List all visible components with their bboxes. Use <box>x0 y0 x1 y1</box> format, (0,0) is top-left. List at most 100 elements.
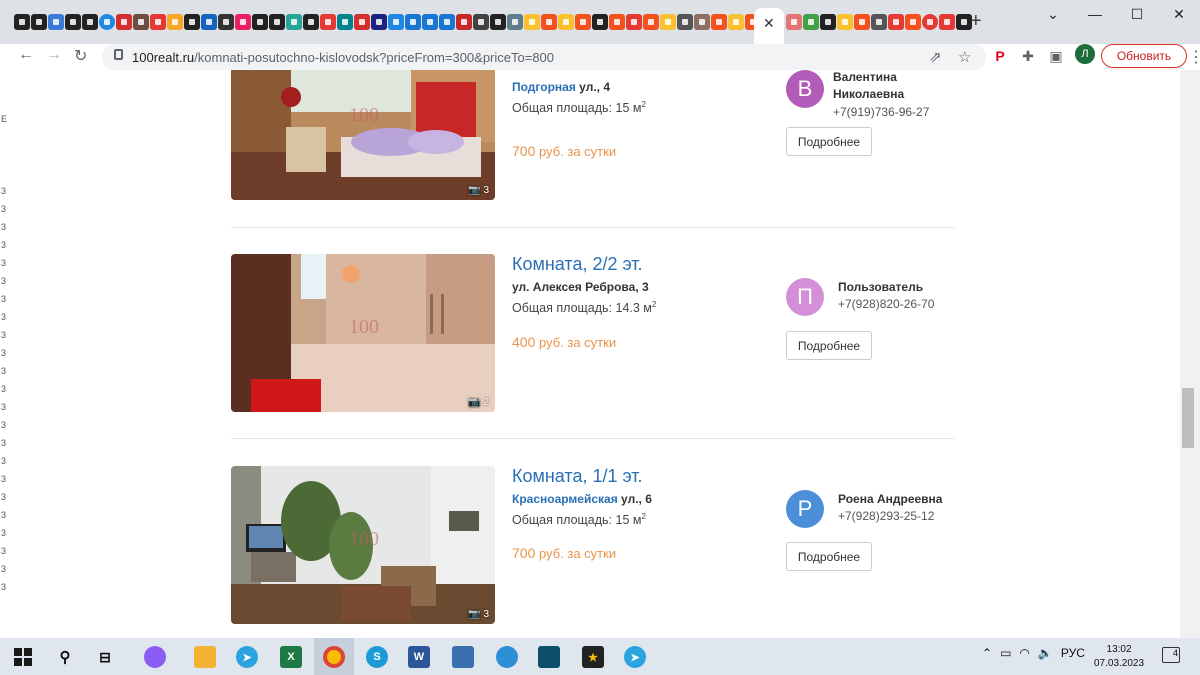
back-arrow-icon[interactable]: ← <box>18 46 34 64</box>
alice-assistant-icon[interactable] <box>144 646 166 668</box>
tab-search-chevron-icon[interactable]: ⌄ <box>1032 0 1074 28</box>
tab-favicon-icon[interactable] <box>575 14 591 30</box>
telegram-icon[interactable]: ➤ <box>236 646 258 668</box>
tab-favicon-icon[interactable] <box>592 14 608 30</box>
tab-favicon-icon[interactable] <box>786 14 802 30</box>
wifi-icon[interactable]: ◠ <box>1019 646 1029 660</box>
listing-photo[interactable]: 100 📷 2 <box>231 254 495 412</box>
tab-favicon-icon[interactable] <box>609 14 625 30</box>
tab-favicon-icon[interactable] <box>320 14 336 30</box>
listing-photo[interactable]: 100 📷 3 <box>231 70 495 200</box>
tab-favicon-icon[interactable] <box>184 14 200 30</box>
tab-favicon-icon[interactable] <box>303 14 319 30</box>
tab-favicon-icon[interactable] <box>337 14 353 30</box>
street-link[interactable]: Подгорная <box>512 80 576 94</box>
tab-favicon-icon[interactable] <box>711 14 727 30</box>
bookmark-star-icon[interactable]: ☆ <box>958 48 971 66</box>
extensions-puzzle-icon[interactable]: ✚ <box>1019 47 1037 65</box>
tab-favicon-icon[interactable] <box>405 14 421 30</box>
tab-favicon-icon[interactable] <box>371 14 387 30</box>
tab-favicon-icon[interactable] <box>871 14 887 30</box>
language-indicator[interactable]: РУС <box>1061 646 1085 660</box>
pinned-tabs[interactable] <box>14 14 761 32</box>
tab-favicon-icon[interactable] <box>660 14 676 30</box>
listing-title[interactable]: Комната, 2/2 эт. <box>512 254 643 275</box>
street-link[interactable]: Красноармейская <box>512 492 618 506</box>
close-window-icon[interactable]: ✕ <box>1158 0 1200 28</box>
close-tab-icon[interactable]: ✕ <box>763 15 775 32</box>
lock-icon[interactable] <box>114 49 123 60</box>
tab-favicon-icon[interactable] <box>439 14 455 30</box>
tab-favicon-icon[interactable] <box>133 14 149 30</box>
tab-favicon-icon[interactable] <box>803 14 819 30</box>
clock[interactable]: 13:02 07.03.2023 <box>1094 643 1144 671</box>
tab-favicon-icon[interactable] <box>422 14 438 30</box>
agent-phone[interactable]: +7(928)293-25-12 <box>838 509 934 523</box>
tab-favicon-icon[interactable] <box>558 14 574 30</box>
more-tabs[interactable] <box>786 14 972 30</box>
new-tab-icon[interactable]: + <box>970 10 982 33</box>
tab-favicon-icon[interactable] <box>65 14 81 30</box>
tab-favicon-icon[interactable] <box>490 14 506 30</box>
tab-favicon-icon[interactable] <box>922 14 938 30</box>
details-button[interactable]: Подробнее <box>786 542 872 571</box>
tab-favicon-icon[interactable] <box>269 14 285 30</box>
chrome-icon[interactable] <box>323 646 345 668</box>
tab-favicon-icon[interactable] <box>626 14 642 30</box>
tab-favicon-icon[interactable] <box>507 14 523 30</box>
tab-favicon-icon[interactable] <box>14 14 30 30</box>
maximize-icon[interactable]: ☐ <box>1116 0 1158 28</box>
tab-favicon-icon[interactable] <box>837 14 853 30</box>
tab-favicon-icon[interactable] <box>235 14 251 30</box>
media-app-icon[interactable]: ★ <box>582 646 604 668</box>
update-button[interactable]: Обновить <box>1101 44 1187 68</box>
tab-favicon-icon[interactable] <box>728 14 744 30</box>
tab-favicon-icon[interactable] <box>388 14 404 30</box>
store-icon[interactable] <box>452 646 474 668</box>
tab-favicon-icon[interactable] <box>252 14 268 30</box>
search-icon[interactable]: ⚲ <box>54 646 76 668</box>
share-icon[interactable]: ⇗ <box>929 48 942 66</box>
agent-phone[interactable]: +7(928)820-26-70 <box>838 297 934 311</box>
word-icon[interactable]: W <box>408 646 430 668</box>
tab-favicon-icon[interactable] <box>456 14 472 30</box>
minimize-icon[interactable]: — <box>1074 0 1116 28</box>
tab-favicon-icon[interactable] <box>820 14 836 30</box>
notification-center-icon[interactable]: 4 <box>1162 647 1180 663</box>
agent-phone[interactable]: +7(919)736-96-27 <box>833 105 929 119</box>
telegram-icon[interactable]: ➤ <box>624 646 646 668</box>
excel-icon[interactable]: X <box>280 646 302 668</box>
tab-favicon-icon[interactable] <box>694 14 710 30</box>
listing-photo[interactable]: 100 📷 3 <box>231 466 495 624</box>
tray-chevron-icon[interactable]: ⌃ <box>982 646 992 660</box>
tab-favicon-icon[interactable] <box>167 14 183 30</box>
active-tab[interactable]: ✕ <box>754 8 784 44</box>
tab-favicon-icon[interactable] <box>888 14 904 30</box>
reload-icon[interactable]: ↻ <box>74 46 87 66</box>
tab-favicon-icon[interactable] <box>939 14 955 30</box>
scrollbar-thumb[interactable] <box>1182 388 1194 448</box>
details-button[interactable]: Подробнее <box>786 127 872 156</box>
url-text[interactable]: 100realt.ru/komnati-posutochno-kislovods… <box>132 50 554 65</box>
edge-icon[interactable] <box>496 646 518 668</box>
tab-favicon-icon[interactable] <box>354 14 370 30</box>
tab-favicon-icon[interactable] <box>99 14 115 30</box>
tab-favicon-icon[interactable] <box>643 14 659 30</box>
tab-favicon-icon[interactable] <box>82 14 98 30</box>
tab-favicon-icon[interactable] <box>905 14 921 30</box>
tab-favicon-icon[interactable] <box>541 14 557 30</box>
tab-favicon-icon[interactable] <box>31 14 47 30</box>
pinterest-extension-icon[interactable]: P <box>991 47 1009 65</box>
forward-arrow-icon[interactable]: → <box>46 46 62 64</box>
tab-favicon-icon[interactable] <box>677 14 693 30</box>
windows-start-icon[interactable] <box>12 646 34 668</box>
app-icon[interactable] <box>538 646 560 668</box>
tab-favicon-icon[interactable] <box>150 14 166 30</box>
tab-favicon-icon[interactable] <box>473 14 489 30</box>
tab-favicon-icon[interactable] <box>286 14 302 30</box>
vertical-scrollbar[interactable] <box>1180 70 1200 638</box>
side-panel-icon[interactable]: ▣ <box>1047 47 1065 65</box>
tab-favicon-icon[interactable] <box>524 14 540 30</box>
file-explorer-icon[interactable] <box>194 646 216 668</box>
address-bar[interactable]: 100realt.ru/komnati-posutochno-kislovods… <box>102 44 986 70</box>
